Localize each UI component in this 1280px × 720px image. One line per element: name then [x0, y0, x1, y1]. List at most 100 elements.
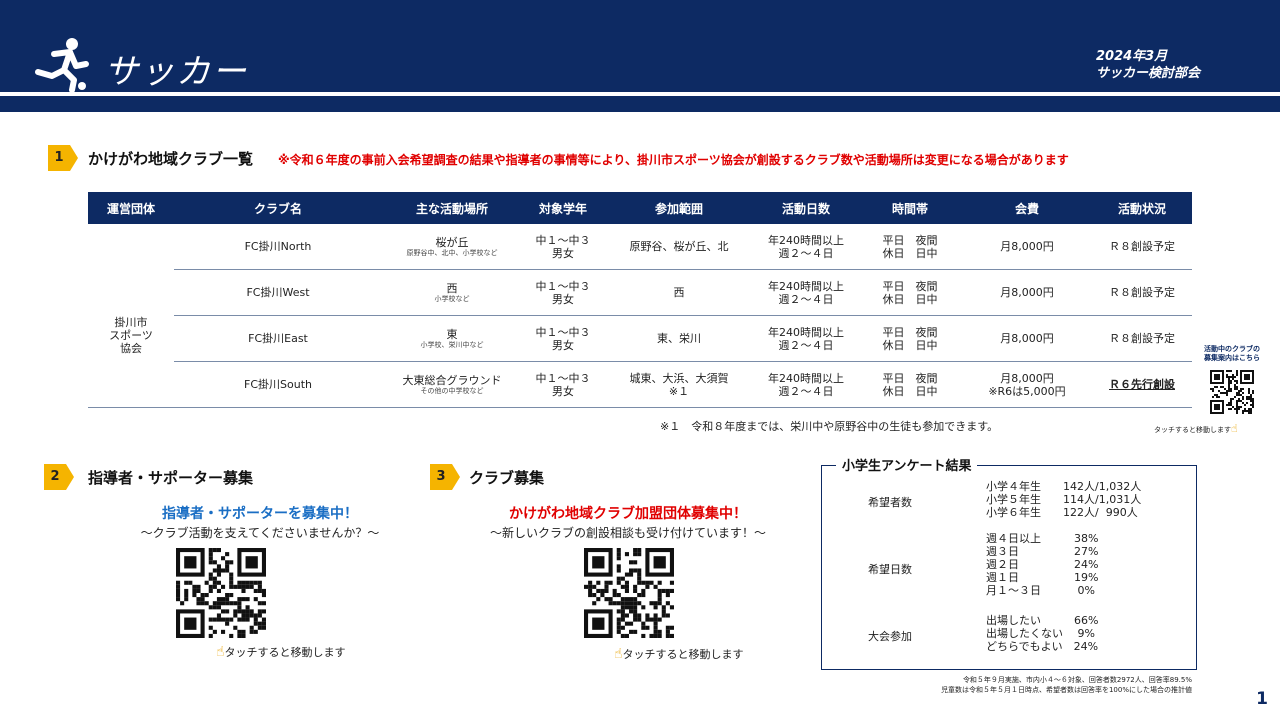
org-cell: 掛川市 スポーツ 協会	[88, 224, 174, 408]
fee-cell: 月8,000円	[962, 315, 1092, 362]
side-touch-hint: タッチすると移動します☝	[1154, 422, 1238, 435]
hand-pointer-icon: ☝	[1231, 422, 1238, 435]
place-cell: 桜が丘 原野谷中、北中、小学校など	[382, 224, 522, 270]
time-holiday: 休日 日中	[882, 292, 938, 306]
status-cell: Ｒ８創設予定	[1092, 269, 1192, 316]
survey-row: 週４日以上 38%	[986, 532, 1099, 545]
section2-touch-hint: ☝タッチすると移動します	[216, 644, 346, 660]
col-header: 時間帯	[858, 192, 962, 224]
status-cell: Ｒ８創設予定	[1092, 224, 1192, 270]
survey-row: 出場したくない 9%	[986, 627, 1095, 640]
days-cell: 年240時間以上 週２～４日	[754, 315, 858, 362]
survey-row: 月１～３日 0%	[986, 584, 1095, 597]
survey-title: 小学生アンケート結果	[836, 455, 978, 474]
days-cell: 年240時間以上 週２～４日	[754, 269, 858, 316]
header-date: 2024年3月	[1095, 49, 1168, 64]
time-holiday: 休日 日中	[882, 384, 938, 398]
runner-icon	[35, 38, 89, 92]
status-link[interactable]: Ｒ６先行創設	[1109, 378, 1175, 391]
gender: 男女	[552, 246, 574, 260]
section3-title: クラブ募集	[469, 469, 545, 487]
gender: 男女	[552, 292, 574, 306]
survey-row: 週１日 19%	[986, 571, 1099, 584]
club-name: FC掛川North	[174, 224, 382, 270]
range-cell: 原野谷、桜が丘、北	[604, 224, 754, 270]
range: 西	[673, 286, 685, 299]
section2-badge: 2	[44, 464, 74, 490]
place: 東	[446, 327, 458, 341]
side-touch-text: タッチすると移動します	[1154, 426, 1231, 434]
recruit-qr-code[interactable]	[176, 548, 266, 638]
range-cell: 西	[604, 269, 754, 316]
table-row: FC掛川South 大東総合グラウンド その他の中学校など 中１～中３ 男女 城東、…	[88, 361, 1192, 408]
place-sub: 小学校、栄川中など	[420, 340, 484, 349]
org-line: 協会	[120, 342, 142, 355]
fine-line: 令和５年９月実施、市内小４～６対象、回答者数2972人、回答率89.5%	[962, 676, 1192, 684]
touch-text: タッチすると移動します	[622, 648, 744, 661]
range: 原野谷、桜が丘、北	[629, 240, 729, 253]
fine-line: 児童数は令和５年５月１日時点、希望者数は回答率を100%にした場合の推計値	[940, 686, 1192, 694]
fee: 月8,000円	[1000, 371, 1054, 385]
survey-fine-print: 令和５年９月実施、市内小４～６対象、回答者数2972人、回答率89.5% 児童数…	[772, 675, 1192, 695]
time-weekday: 平日 夜間	[882, 325, 938, 339]
fee: 月8,000円	[1000, 286, 1054, 299]
section3-number: 3	[436, 469, 446, 484]
section2-title: 指導者・サポーター募集	[88, 469, 254, 487]
section3-headline: かけがわ地域クラブ加盟団体募集中！	[509, 506, 747, 522]
section1-number: 1	[54, 150, 64, 165]
time-holiday: 休日 日中	[882, 246, 938, 260]
table-row: FC掛川East 東小学校、栄川中など 中１～中３ 男女 東、栄川 年240時間以…	[88, 315, 1192, 362]
range: 東、栄川	[657, 332, 701, 345]
survey-label-applicants: 希望者数	[868, 496, 912, 509]
hand-pointer-icon: ☝	[614, 646, 623, 662]
survey-row: 小学４年生 142人/1,032人	[986, 480, 1142, 493]
grade-cell: 中１～中３ 男女	[522, 269, 604, 316]
club-qr-code[interactable]	[584, 548, 674, 638]
org-line: スポーツ	[109, 329, 153, 342]
survey-row: 小学６年生 122人/ 990人	[986, 506, 1138, 519]
survey-group-tournament: 出場したい 66% 出場したくない 9% どちらでもよい 24%	[986, 614, 1098, 653]
hours: 年240時間以上	[768, 371, 844, 385]
gender: 男女	[552, 384, 574, 398]
range: 城東、大浜、大須賀	[629, 371, 729, 385]
hours: 年240時間以上	[768, 279, 844, 293]
place-sub: 原野谷中、北中、小学校など	[406, 248, 498, 257]
section3-badge: 3	[430, 464, 460, 490]
survey-label-days: 希望日数	[868, 563, 912, 576]
section2-headline: 指導者・サポーターを募集中！	[162, 506, 358, 522]
gender: 男女	[552, 338, 574, 352]
header-meta: 2024年3月 サッカー検討部会	[1096, 48, 1200, 82]
section1-title: かけがわ地域クラブ一覧	[88, 150, 254, 168]
section2-number: 2	[50, 469, 60, 484]
table-row: FC掛川West 西小学校など 中１～中３ 男女 西 年240時間以上 週２～４日 …	[88, 269, 1192, 316]
col-header: クラブ名	[174, 192, 382, 224]
days-cell: 年240時間以上 週２～４日	[754, 361, 858, 408]
fee-cell: 月8,000円	[962, 224, 1092, 270]
days: 週２～４日	[778, 384, 834, 398]
time-cell: 平日 夜間 休日 日中	[858, 315, 962, 362]
section2-sub: ～クラブ活動を支えてくださいませんか？～	[140, 526, 380, 540]
range-cell: 東、栄川	[604, 315, 754, 362]
time-weekday: 平日 夜間	[882, 233, 938, 247]
col-header: 運営団体	[88, 192, 174, 224]
fee-cell: 月8,000円 ※R6は5,000円	[962, 361, 1092, 408]
grade: 中１～中３	[535, 371, 591, 385]
grade: 中１～中３	[535, 279, 591, 293]
time-holiday: 休日 日中	[882, 338, 938, 352]
club-name: FC掛川West	[174, 269, 382, 316]
place-cell: 東小学校、栄川中など	[382, 315, 522, 362]
survey-row: 小学５年生 114人/1,031人	[986, 493, 1142, 506]
side-qr-label-line: 活動中のクラブの	[1204, 345, 1260, 353]
place: 西	[446, 281, 458, 295]
col-header: 主な活動場所	[382, 192, 522, 224]
grade-cell: 中１～中３ 男女	[522, 361, 604, 408]
grade: 中１～中３	[535, 325, 591, 339]
club-name: FC掛川South	[174, 361, 382, 408]
col-header: 会費	[962, 192, 1092, 224]
side-qr-code[interactable]	[1210, 370, 1254, 414]
club-name: FC掛川East	[174, 315, 382, 362]
time-cell: 平日 夜間 休日 日中	[858, 361, 962, 408]
section3-touch-hint: ☝タッチすると移動します	[614, 646, 744, 662]
time-cell: 平日 夜間 休日 日中	[858, 224, 962, 270]
days: 週２～４日	[778, 246, 834, 260]
